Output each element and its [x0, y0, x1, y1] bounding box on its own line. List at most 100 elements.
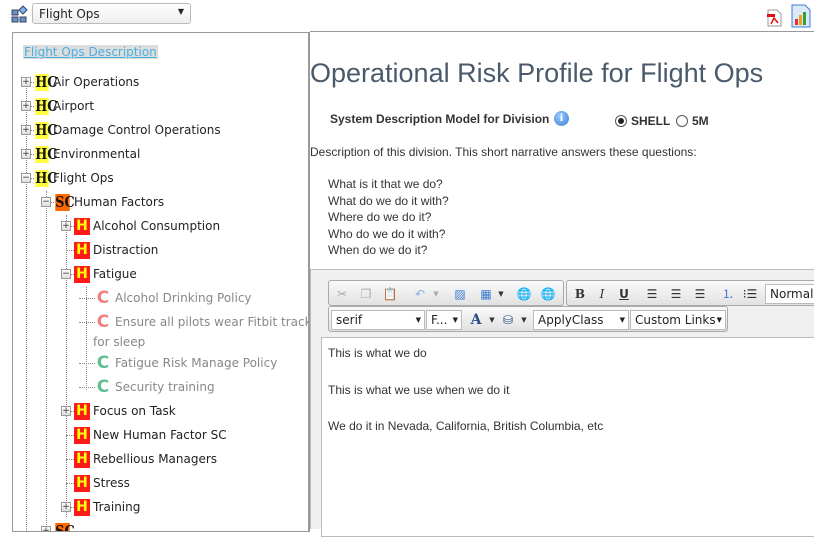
- hc-badge-icon: HC: [35, 121, 58, 139]
- expand-icon[interactable]: +: [21, 125, 31, 135]
- tree-connector: [31, 82, 34, 83]
- tree-node-label: Training: [93, 500, 141, 514]
- tree-connector: [79, 298, 95, 299]
- question: What is it that we do?: [328, 177, 443, 191]
- tree-connector: [46, 191, 47, 531]
- tree-node-label: Rebellious Managers: [93, 452, 218, 466]
- align-center-icon[interactable]: ☰: [667, 285, 685, 303]
- h-badge-icon: H: [74, 499, 90, 516]
- collapse-icon[interactable]: −: [41, 197, 51, 207]
- expand-icon[interactable]: +: [61, 406, 71, 416]
- tree-node-label: New Human Factor SC: [93, 428, 227, 442]
- tree-node-label: Ensure all pilots wear Fitbit trackers: [115, 315, 310, 329]
- radio-unselected-icon: [676, 115, 688, 127]
- custom-links-select[interactable]: Custom Links ▼: [630, 310, 726, 330]
- tree-node-label: Damage Control Operations: [53, 123, 221, 137]
- tree-connector: [79, 387, 95, 388]
- hc-badge-icon: HC: [35, 97, 58, 115]
- expand-icon[interactable]: +: [41, 526, 51, 531]
- hierarchy-icon[interactable]: [11, 5, 29, 23]
- copy-icon[interactable]: ❐: [357, 285, 375, 303]
- tree-connector: [79, 322, 95, 323]
- h-badge-icon: H: [74, 266, 90, 283]
- image-icon[interactable]: ▨: [451, 285, 469, 303]
- cut-icon[interactable]: ✂: [333, 285, 351, 303]
- expand-icon[interactable]: +: [21, 101, 31, 111]
- tree-node-label: Fatigue: [93, 267, 137, 281]
- tree-connector: [51, 531, 54, 532]
- editor-paragraph: This is what we use when we do it: [328, 383, 510, 397]
- unlink-icon[interactable]: 🌐: [539, 285, 557, 303]
- division-select[interactable]: Flight Ops ▼: [32, 3, 191, 24]
- ordered-list-icon[interactable]: ⒈: [719, 285, 737, 303]
- chevron-down-icon: ▼: [177, 7, 184, 16]
- apply-class-value: ApplyClass: [538, 313, 604, 327]
- italic-icon[interactable]: I: [593, 285, 611, 303]
- hc-badge-icon: HC: [35, 73, 58, 91]
- font-family-select[interactable]: serif ▼: [331, 310, 425, 330]
- question: Where do we do it?: [328, 210, 432, 224]
- expand-icon[interactable]: +: [21, 77, 31, 87]
- radio-label: SHELL: [631, 114, 671, 128]
- chevron-down-icon: ▼: [619, 316, 625, 324]
- h-badge-icon: H: [74, 475, 90, 492]
- report-icon[interactable]: [791, 4, 811, 28]
- division-select-value: Flight Ops: [39, 7, 100, 21]
- bold-icon[interactable]: B: [571, 285, 589, 303]
- tree-node-label: Human Factors: [74, 195, 165, 209]
- tree-connector: [31, 154, 34, 155]
- collapse-icon[interactable]: −: [21, 173, 31, 183]
- unordered-list-icon[interactable]: ⁝☰: [741, 285, 759, 303]
- tree-node-label-wrap: for sleep: [93, 335, 146, 349]
- tree-connector: [79, 363, 95, 364]
- custom-links-value: Custom Links: [635, 313, 716, 327]
- format-select[interactable]: Normal: [765, 284, 814, 304]
- collapse-icon[interactable]: −: [61, 269, 71, 279]
- radio-5m[interactable]: 5M: [676, 114, 709, 128]
- tree-node-label: Environmental: [53, 147, 141, 161]
- align-left-icon[interactable]: ☰: [643, 285, 661, 303]
- tree-node-label: Flight Ops: [53, 171, 114, 185]
- info-icon[interactable]: i: [554, 111, 569, 126]
- radio-label: 5M: [692, 114, 709, 128]
- pdf-export-icon[interactable]: [764, 8, 784, 28]
- model-label: System Description Model for Division: [330, 112, 550, 126]
- division-description-link[interactable]: Flight Ops Description: [23, 45, 158, 59]
- format-select-value: Normal: [770, 287, 814, 301]
- c-badge-icon: C: [96, 377, 110, 397]
- tree-connector: [86, 287, 87, 390]
- expand-icon[interactable]: +: [61, 502, 71, 512]
- h-badge-icon: H: [74, 403, 90, 420]
- radio-shell[interactable]: SHELL: [615, 114, 670, 128]
- sc-badge-icon: SC: [55, 523, 75, 531]
- question: Who do we do it with?: [328, 227, 446, 241]
- tree-node-label: Stress: [93, 476, 130, 490]
- main-panel: Operational Risk Profile for Flight Ops …: [310, 32, 814, 537]
- link-icon[interactable]: 🌐: [515, 285, 533, 303]
- table-dropdown-icon[interactable]: ▼: [492, 285, 510, 303]
- expand-icon[interactable]: +: [21, 149, 31, 159]
- tree-connector: [66, 459, 74, 460]
- toolbar-font: serif ▼ F... ▼ A ▼ ⛁ ▼ ApplyClass ▼ Custom …: [328, 306, 728, 332]
- tree-connector: [31, 130, 34, 131]
- align-right-icon[interactable]: ☰: [691, 285, 709, 303]
- expand-icon[interactable]: +: [61, 221, 71, 231]
- apply-class-select[interactable]: ApplyClass ▼: [533, 310, 629, 330]
- page-title: Operational Risk Profile for Flight Ops: [310, 58, 764, 88]
- question: What do we do it with?: [328, 194, 449, 208]
- tree-node-label: Airport: [53, 99, 95, 113]
- tree-node-label: Security training: [115, 380, 215, 394]
- editor-content[interactable]: This is what we do This is what we use w…: [321, 337, 814, 537]
- font-size-select[interactable]: F... ▼: [426, 310, 462, 330]
- h-badge-icon: H: [74, 218, 90, 235]
- paste-icon[interactable]: 📋: [381, 285, 399, 303]
- tree-connector: [66, 435, 74, 436]
- underline-icon[interactable]: U: [615, 285, 633, 303]
- c-badge-icon: C: [96, 288, 110, 308]
- undo-dropdown-icon[interactable]: ▼: [427, 285, 445, 303]
- tree-connector: [31, 106, 34, 107]
- editor-paragraph: This is what we do: [328, 346, 427, 360]
- sc-badge-icon: SC: [55, 193, 75, 211]
- h-badge-icon: H: [74, 451, 90, 468]
- highlight-dropdown-icon[interactable]: ▼: [515, 311, 533, 329]
